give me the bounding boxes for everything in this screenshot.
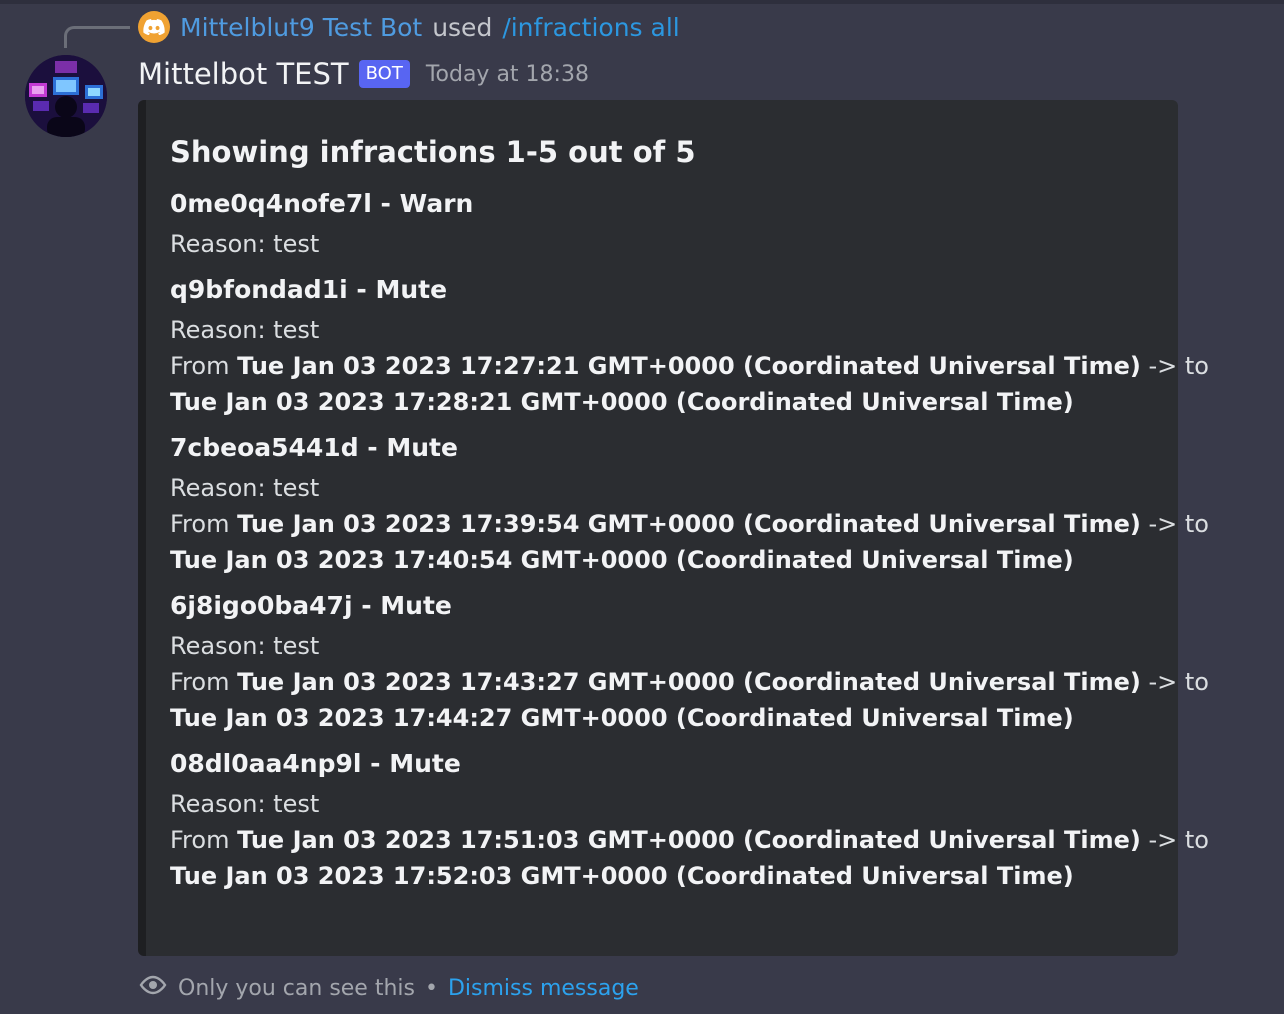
infraction-field: 08dl0aa4np9l - Mute Reason: test From Tue … <box>170 746 1209 894</box>
infraction-to-line: Tue Jan 03 2023 17:28:21 GMT+0000 (Coord… <box>170 384 1154 420</box>
infraction-to-line: Tue Jan 03 2023 17:40:54 GMT+0000 (Coord… <box>170 542 1154 578</box>
infraction-reason: Reason: test <box>170 632 320 660</box>
infraction-reason: Reason: test <box>170 316 320 344</box>
from-datetime: Tue Jan 03 2023 17:51:03 GMT+0000 (Coord… <box>237 826 1141 854</box>
infraction-from-line: From Tue Jan 03 2023 17:51:03 GMT+0000 (… <box>170 822 1209 858</box>
reply-command[interactable]: /infractions all <box>502 13 679 42</box>
eye-icon <box>138 975 168 1001</box>
embed-fields: 0me0q4nofe7l - Warn Reason: test q9bfondad… <box>170 186 1209 894</box>
ephemeral-note: Only you can see this <box>178 975 415 1001</box>
arrow-to-label: -> to <box>1148 510 1209 538</box>
infraction-to-line: Tue Jan 03 2023 17:52:03 GMT+0000 (Coord… <box>170 858 1154 894</box>
infraction-reason: Reason: test <box>170 230 320 258</box>
from-label: From <box>170 352 230 380</box>
ephemeral-footer: Only you can see this • Dismiss message <box>138 970 639 1006</box>
command-reply-line[interactable]: Mittelblut9 Test Bot used /infractions a… <box>138 8 680 46</box>
infraction-title: 6j8igo0ba47j - Mute <box>170 591 452 620</box>
infraction-from-line: From Tue Jan 03 2023 17:27:21 GMT+0000 (… <box>170 348 1209 384</box>
arrow-to-label: -> to <box>1148 826 1209 854</box>
dismiss-message-link[interactable]: Dismiss message <box>448 976 639 1001</box>
to-datetime: Tue Jan 03 2023 17:44:27 GMT+0000 (Coord… <box>170 704 1074 732</box>
ephemeral-message: Mittelblut9 Test Bot used /infractions a… <box>0 0 1284 1014</box>
reply-username[interactable]: Mittelblut9 Test Bot <box>180 13 422 42</box>
message-timestamp[interactable]: Today at 18:38 <box>426 62 589 87</box>
to-datetime: Tue Jan 03 2023 17:52:03 GMT+0000 (Coord… <box>170 862 1074 890</box>
infractions-embed: Showing infractions 1-5 out of 5 0me0q4n… <box>138 100 1209 956</box>
to-datetime: Tue Jan 03 2023 17:40:54 GMT+0000 (Coord… <box>170 546 1074 574</box>
from-datetime: Tue Jan 03 2023 17:27:21 GMT+0000 (Coord… <box>237 352 1141 380</box>
author-avatar[interactable] <box>25 55 107 137</box>
reply-connector <box>64 26 130 48</box>
infraction-reason: Reason: test <box>170 474 320 502</box>
from-label: From <box>170 510 230 538</box>
message-header: Mittelbot TEST BOT Today at 18:38 <box>138 54 589 94</box>
infraction-title: 7cbeoa5441d - Mute <box>170 433 458 462</box>
infraction-field: 0me0q4nofe7l - Warn Reason: test <box>170 186 1154 262</box>
arrow-to-label: -> to <box>1148 352 1209 380</box>
infraction-title: 0me0q4nofe7l - Warn <box>170 189 474 218</box>
author-name[interactable]: Mittelbot TEST <box>138 57 349 91</box>
discord-logo-icon <box>138 11 170 43</box>
infraction-field: 6j8igo0ba47j - Mute Reason: test From Tue … <box>170 588 1209 736</box>
infraction-field: 7cbeoa5441d - Mute Reason: test From Tue J… <box>170 430 1209 578</box>
infraction-from-line: From Tue Jan 03 2023 17:43:27 GMT+0000 (… <box>170 664 1209 700</box>
infraction-to-line: Tue Jan 03 2023 17:44:27 GMT+0000 (Coord… <box>170 700 1154 736</box>
embed-title: Showing infractions 1-5 out of 5 <box>170 135 696 169</box>
from-datetime: Tue Jan 03 2023 17:39:54 GMT+0000 (Coord… <box>237 510 1141 538</box>
to-datetime: Tue Jan 03 2023 17:28:21 GMT+0000 (Coord… <box>170 388 1074 416</box>
infraction-reason: Reason: test <box>170 790 320 818</box>
infraction-title: q9bfondad1i - Mute <box>170 275 448 304</box>
from-label: From <box>170 668 230 696</box>
infraction-from-line: From Tue Jan 03 2023 17:39:54 GMT+0000 (… <box>170 506 1209 542</box>
infraction-title: 08dl0aa4np9l - Mute <box>170 749 461 778</box>
infraction-field: q9bfondad1i - Mute Reason: test From Tue J… <box>170 272 1209 420</box>
bot-tag: BOT <box>358 60 410 88</box>
footer-separator: • <box>424 975 438 1001</box>
from-datetime: Tue Jan 03 2023 17:43:27 GMT+0000 (Coord… <box>237 668 1141 696</box>
reply-used-text: used <box>432 12 493 42</box>
from-label: From <box>170 826 230 854</box>
arrow-to-label: -> to <box>1148 668 1209 696</box>
